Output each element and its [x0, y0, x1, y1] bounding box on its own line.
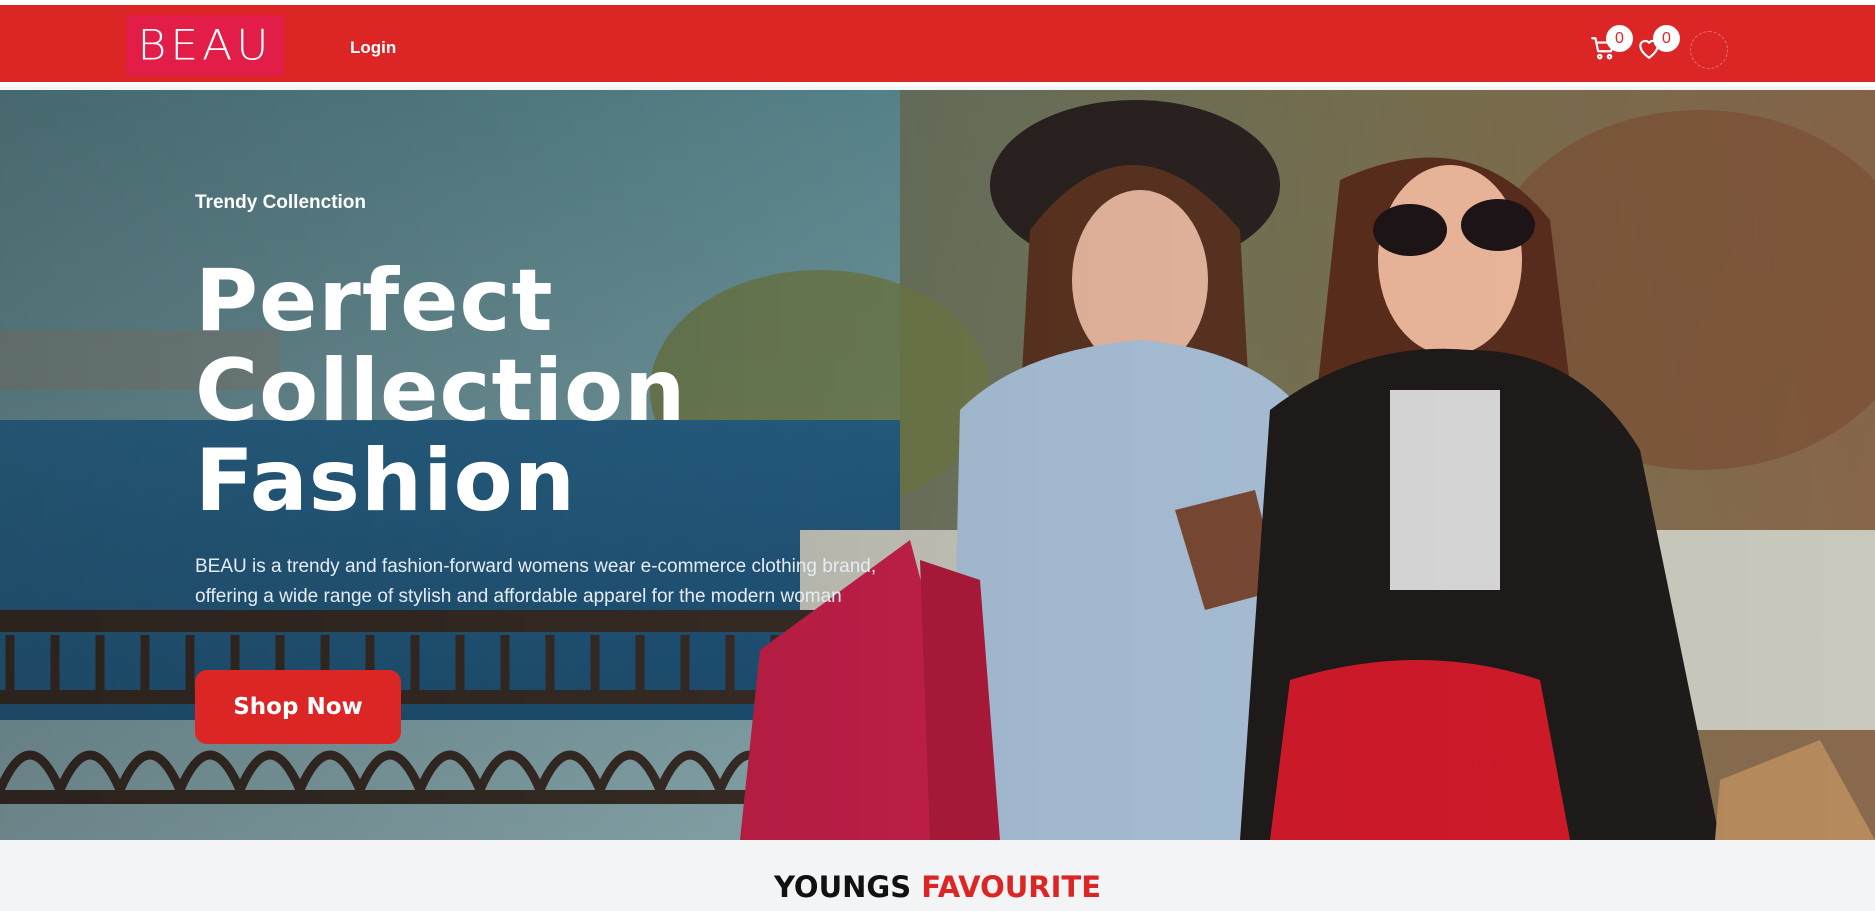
wishlist-button[interactable]: 0 — [1636, 25, 1680, 67]
hero-eyebrow: Trendy Collenction — [195, 192, 367, 213]
headline-line: Fashion — [195, 431, 576, 531]
login-link[interactable]: Login — [350, 38, 396, 58]
user-avatar[interactable] — [1690, 31, 1728, 69]
wishlist-count-badge: 0 — [1653, 25, 1680, 52]
section-title-part1: YOUNGS — [773, 870, 912, 904]
cart-count-badge: 0 — [1606, 25, 1633, 52]
hero-banner: Trendy Collenction Perfect Collection Fa… — [0, 90, 1875, 840]
hero-description: BEAU is a trendy and fashion-forward wom… — [195, 556, 877, 607]
brand-logo[interactable]: BEAU — [126, 15, 284, 76]
navbar: BEAU Login 0 0 — [0, 5, 1875, 86]
headline-line: Perfect — [195, 251, 554, 351]
section-title: YOUNGS FAVOURITE — [0, 870, 1875, 904]
cart-button[interactable]: 0 — [1588, 25, 1633, 67]
section-title-part2: FAVOURITE — [921, 870, 1102, 904]
logo-text: BEAU — [137, 21, 273, 70]
headline-line: Collection — [195, 341, 687, 441]
hero-headline: Perfect Collection Fashion — [195, 256, 895, 526]
shop-now-button[interactable]: Shop Now — [195, 670, 401, 744]
